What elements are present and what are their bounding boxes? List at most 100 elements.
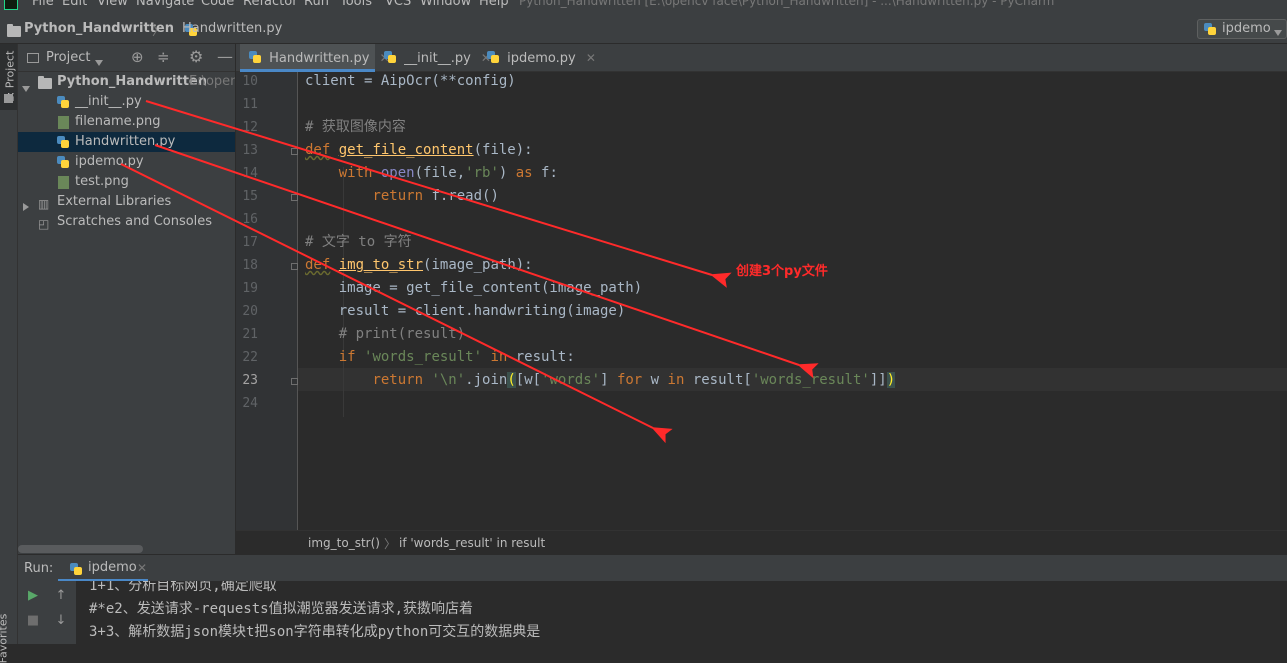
tree-scratches[interactable]: ◰ Scratches and Consoles	[18, 212, 235, 232]
tree-item-init[interactable]: __init__.py	[18, 92, 235, 112]
code-text: result:	[507, 349, 575, 365]
menu-navigate[interactable]: Navigate	[136, 0, 194, 9]
python-file-icon	[57, 96, 69, 108]
library-icon: ▥	[38, 197, 50, 211]
code-text: (	[507, 372, 516, 388]
code-line-17: # 文字 to 字符	[305, 231, 412, 254]
python-file-icon	[1204, 23, 1216, 35]
tree-item-label: ipdemo.py	[75, 154, 144, 169]
navigation-bar: Python_Handwritten 〉 Handwritten.py ipde…	[0, 16, 1287, 44]
menu-run[interactable]: Run	[304, 0, 329, 9]
tree-item-label: filename.png	[75, 114, 161, 129]
line-number-current: 23	[242, 373, 258, 388]
python-file-icon	[384, 51, 396, 63]
menu-vcs[interactable]: VCS	[385, 0, 411, 9]
line-number: 11	[242, 97, 258, 112]
tree-item-test-png[interactable]: test.png	[18, 172, 235, 192]
tree-item-filename-png[interactable]: filename.png	[18, 112, 235, 132]
hide-panel-icon[interactable]: —	[217, 47, 233, 66]
code-text: 'words'	[541, 372, 601, 388]
tree-item-label: test.png	[75, 174, 129, 189]
line-number: 14	[242, 166, 258, 181]
line-number: 19	[242, 281, 258, 296]
fold-marker-icon[interactable]	[291, 194, 298, 201]
code-text: 'words_result'	[364, 349, 483, 365]
menu-tools[interactable]: Tools	[340, 0, 372, 9]
tree-external-libraries[interactable]: ▥ External Libraries	[18, 192, 235, 212]
code-text: client = AipOcr(**config)	[305, 73, 516, 89]
locate-file-icon[interactable]: ⊕	[131, 48, 144, 66]
breadcrumb-condition[interactable]: if 'words_result' in result	[399, 536, 545, 550]
code-line-13: def get_file_content(file):	[305, 139, 533, 162]
code-text: f.read()	[423, 188, 499, 204]
tab-init[interactable]: __init__.py ✕	[375, 44, 491, 72]
menu-window[interactable]: Window	[420, 0, 471, 9]
code-text: with	[338, 165, 373, 181]
python-file-icon	[487, 51, 499, 63]
line-number: 24	[242, 396, 258, 411]
editor-breadcrumb: img_to_str() 〉 if 'words_result' in resu…	[236, 530, 1287, 554]
scroll-up-icon[interactable]: ↑	[52, 587, 70, 605]
close-icon[interactable]: ✕	[137, 561, 147, 575]
chevron-down-icon[interactable]	[95, 55, 103, 70]
menu-help[interactable]: Help	[479, 0, 509, 9]
tab-label: ipdemo.py	[507, 51, 576, 66]
code-text: for	[616, 372, 643, 388]
menu-file[interactable]: File	[32, 0, 54, 9]
scroll-down-icon[interactable]: ↓	[52, 612, 70, 630]
code-text: )	[498, 165, 516, 181]
run-tab-label: ipdemo	[88, 560, 137, 575]
code-text: .join	[465, 372, 508, 388]
project-view-icon	[27, 53, 39, 63]
code-text: def	[305, 142, 331, 158]
line-number: 18	[242, 258, 258, 273]
code-text: def	[305, 257, 331, 273]
code-text: ]]	[869, 372, 887, 388]
breadcrumb-function[interactable]: img_to_str()	[308, 536, 380, 550]
close-icon[interactable]: ✕	[586, 51, 596, 65]
nav-file-name[interactable]: Handwritten.py	[182, 21, 282, 36]
menu-view[interactable]: View	[97, 0, 128, 9]
code-text: result[	[684, 372, 752, 388]
menu-refactor[interactable]: Refactor	[243, 0, 298, 9]
code-text: as	[515, 165, 533, 181]
code-text: # 文字 to 字符	[305, 234, 412, 250]
tree-root-name: Python_Handwritten	[57, 74, 207, 89]
code-line-21: # print(result)	[305, 323, 465, 346]
project-view-title[interactable]: Project	[46, 50, 90, 65]
code-text: 'words_result'	[751, 372, 870, 388]
run-config-selector[interactable]: ipdemo	[1197, 19, 1287, 39]
tree-item-handwritten[interactable]: Handwritten.py	[18, 132, 235, 152]
project-panel-header: Project ⊕ ≑ ⚙ —	[18, 44, 235, 72]
tab-handwritten[interactable]: Handwritten.py ✕	[240, 44, 390, 72]
code-text: in	[490, 349, 508, 365]
project-horizontal-scrollbar[interactable]	[18, 545, 143, 553]
fold-marker-icon[interactable]	[291, 378, 298, 385]
tree-item-ipdemo[interactable]: ipdemo.py	[18, 152, 235, 172]
fold-marker-icon[interactable]	[291, 148, 298, 155]
code-text: get_file_content	[338, 142, 474, 158]
tree-root-path: E:\opencv	[189, 74, 235, 89]
menu-edit[interactable]: Edit	[62, 0, 87, 9]
project-tool-icon	[4, 94, 13, 103]
code-text: (file):	[473, 142, 533, 158]
stop-icon[interactable]: ■	[24, 612, 42, 630]
run-console-output[interactable]: 1+1、分析目标网页,确定爬取 #*e2、发送请求-requests值拟潮览器发…	[76, 581, 1287, 644]
tab-ipdemo[interactable]: ipdemo.py ✕	[478, 44, 596, 72]
console-line: 1+1、分析目标网页,确定爬取	[89, 581, 277, 594]
code-line-12: # 获取图像内容	[305, 116, 406, 139]
run-tab-ipdemo[interactable]: ipdemo ✕	[58, 555, 148, 582]
run-toolbar: ▶ ↑ ■ ↓	[18, 581, 76, 644]
menu-code[interactable]: Code	[201, 0, 234, 9]
code-editor[interactable]: client = AipOcr(**config) # 获取图像内容 def g…	[298, 72, 1287, 530]
gear-icon[interactable]: ⚙	[189, 47, 203, 66]
tree-item-label: Handwritten.py	[75, 134, 176, 149]
tree-root-project[interactable]: Python_Handwritten E:\opencv	[18, 72, 235, 92]
folder-icon	[7, 24, 21, 37]
collapse-all-icon[interactable]: ≑	[157, 48, 170, 66]
rerun-icon[interactable]: ▶	[24, 587, 42, 605]
line-number: 15	[242, 189, 258, 204]
fold-marker-icon[interactable]	[291, 263, 298, 270]
